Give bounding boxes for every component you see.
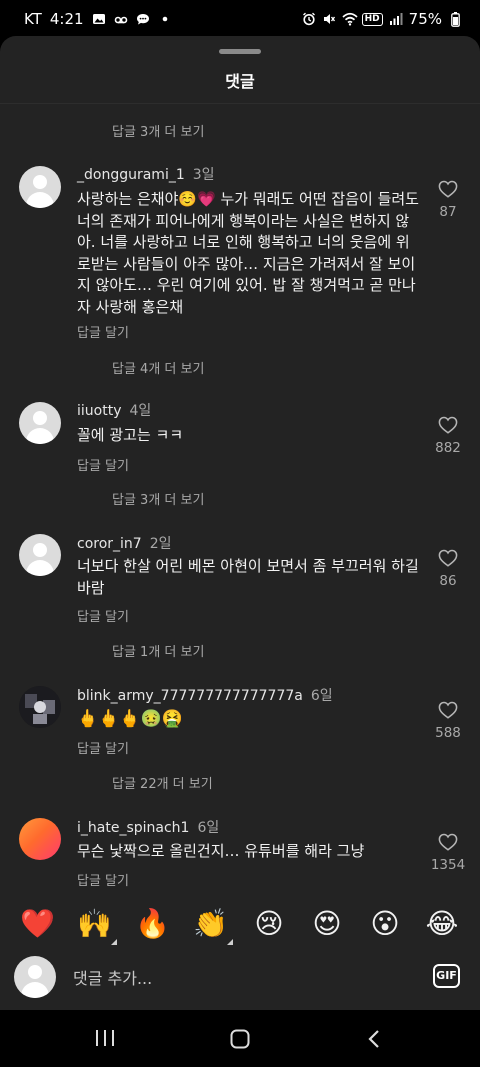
- more-replies-link[interactable]: 답글 3개 더 보기: [112, 489, 204, 508]
- avatar[interactable]: [19, 402, 61, 444]
- home-icon: [230, 1029, 250, 1049]
- raising-hands-emoji-icon[interactable]: 🙌: [77, 907, 117, 945]
- skin-tone-indicator: [227, 939, 233, 945]
- home-button[interactable]: [229, 1028, 255, 1050]
- heart-outline-icon: [438, 701, 458, 719]
- like-button[interactable]: 87: [428, 180, 468, 220]
- heart-outline-icon: [438, 416, 458, 434]
- comment-age: 6일: [197, 820, 220, 836]
- tears-of-joy-emoji-icon[interactable]: 😂: [425, 907, 459, 941]
- more-replies-label: 답글 22개 더 보기: [112, 777, 213, 792]
- fire-emoji-icon[interactable]: 🔥: [135, 907, 170, 941]
- comment-text: 🖕🖕🖕🤢🤮: [77, 709, 183, 729]
- more-replies-link[interactable]: 답글 1개 더 보기: [112, 641, 204, 660]
- reply-button[interactable]: 답글 달기: [77, 870, 129, 889]
- username[interactable]: blink_army_777777777777777a: [77, 688, 303, 704]
- more-replies-label: 답글 4개 더 보기: [112, 362, 205, 377]
- more-replies-link[interactable]: 답글 4개 더 보기: [112, 358, 204, 377]
- reply-button[interactable]: 답글 달기: [77, 455, 129, 474]
- comment-meta: _donggurami_1 3일: [77, 164, 215, 184]
- recent-apps-button[interactable]: [93, 1028, 119, 1050]
- like-count: 87: [439, 204, 457, 220]
- emoji-reaction-bar: ❤️ 🙌 🔥 👏 😢 😍 😮 😂: [0, 899, 480, 949]
- username[interactable]: iiuotty: [77, 403, 121, 419]
- more-replies-link[interactable]: 답글 22개 더 보기: [112, 773, 213, 792]
- battery-percent: 75%: [408, 10, 442, 28]
- avatar[interactable]: [19, 534, 61, 576]
- username[interactable]: _donggurami_1: [77, 167, 185, 183]
- like-button[interactable]: 882: [428, 416, 468, 456]
- mute-icon: [322, 12, 336, 26]
- heart-emoji-icon[interactable]: ❤️: [20, 907, 55, 941]
- comment-meta: iiuotty 4일: [77, 400, 151, 420]
- comment-text: 사랑하는 은채야☺️💗 누가 뭐래도 어떤 잡음이 들려도 너의 존재가 피어나…: [77, 190, 419, 316]
- more-replies-label: 답글 3개 더 보기: [112, 125, 205, 140]
- reply-button[interactable]: 답글 달기: [77, 606, 129, 625]
- like-count: 86: [439, 573, 457, 589]
- battery-icon: [448, 12, 462, 27]
- recent-apps-icon: [96, 1030, 114, 1046]
- like-count: 1354: [430, 857, 466, 873]
- drag-handle[interactable]: [219, 49, 261, 54]
- username[interactable]: coror_in7: [77, 536, 142, 552]
- comment-input[interactable]: 댓글 추가...: [73, 965, 152, 989]
- comment-age: 2일: [149, 536, 172, 552]
- comment-age: 4일: [129, 403, 152, 419]
- comment-meta: i_hate_spinach1 6일: [77, 817, 219, 837]
- alarm-icon: [302, 12, 316, 26]
- more-replies-label: 답글 1개 더 보기: [112, 645, 205, 660]
- comment-age: 3일: [192, 167, 215, 183]
- comment-composer: 댓글 추가... GIF: [0, 949, 480, 1005]
- comment-text: 무슨 낯짝으로 올린건지… 유튜버를 해라 그냥: [77, 842, 365, 860]
- header-divider: [0, 103, 480, 104]
- avatar[interactable]: [19, 818, 61, 860]
- chat-icon: [136, 12, 150, 26]
- clapping-hands-emoji-icon[interactable]: 👏: [193, 907, 233, 945]
- heart-eyes-emoji-icon[interactable]: 😍: [310, 907, 344, 941]
- heart-outline-icon: [438, 833, 458, 851]
- back-button[interactable]: [364, 1028, 390, 1050]
- carrier-label: KT: [24, 10, 42, 28]
- raising-hands-emoji-glyph: 🙌: [77, 907, 112, 940]
- wifi-icon: [342, 12, 358, 26]
- more-replies-label: 답글 3개 더 보기: [112, 493, 205, 508]
- gif-button[interactable]: GIF: [433, 964, 460, 988]
- surprised-face-emoji-icon[interactable]: 😮: [368, 907, 402, 941]
- voicemail-icon: [114, 12, 128, 26]
- comment-text: 너보다 한살 어린 베몬 아현이 보면서 좀 부끄러워 하길 바람: [77, 557, 419, 597]
- more-replies-link[interactable]: 답글 3개 더 보기: [112, 121, 204, 140]
- status-bar: KT 4:21 HD 75%: [0, 0, 480, 40]
- current-user-avatar: [14, 956, 56, 998]
- comment-text: 꼴에 광고는 ㅋㅋ: [77, 426, 184, 444]
- reply-button[interactable]: 답글 달기: [77, 322, 129, 341]
- clapping-hands-emoji-glyph: 👏: [193, 907, 228, 940]
- system-navigation-bar: [0, 1011, 480, 1067]
- hd-icon: HD: [361, 12, 383, 26]
- like-button[interactable]: 86: [428, 549, 468, 589]
- username[interactable]: i_hate_spinach1: [77, 820, 189, 836]
- heart-outline-icon: [438, 549, 458, 567]
- skin-tone-indicator: [111, 939, 117, 945]
- comment-meta: coror_in7 2일: [77, 533, 172, 553]
- like-button[interactable]: 1354: [428, 833, 468, 873]
- back-icon: [368, 1030, 379, 1048]
- crying-face-emoji-icon[interactable]: 😢: [252, 907, 286, 941]
- sheet-title: 댓글: [225, 72, 255, 91]
- like-count: 882: [435, 440, 461, 456]
- avatar[interactable]: [19, 686, 61, 728]
- heart-outline-icon: [438, 180, 458, 198]
- dot-icon: [158, 12, 172, 26]
- signal-icon: [389, 12, 403, 26]
- like-button[interactable]: 588: [428, 701, 468, 741]
- comment-age: 6일: [310, 688, 333, 704]
- comments-sheet: 댓글: [0, 36, 480, 1010]
- gallery-icon: [92, 12, 106, 26]
- reply-button[interactable]: 답글 달기: [77, 738, 129, 757]
- clock: 4:21: [49, 10, 84, 28]
- avatar[interactable]: [19, 166, 61, 208]
- like-count: 588: [435, 725, 461, 741]
- avatar-photo: [19, 686, 61, 728]
- comment-meta: blink_army_777777777777777a 6일: [77, 685, 333, 705]
